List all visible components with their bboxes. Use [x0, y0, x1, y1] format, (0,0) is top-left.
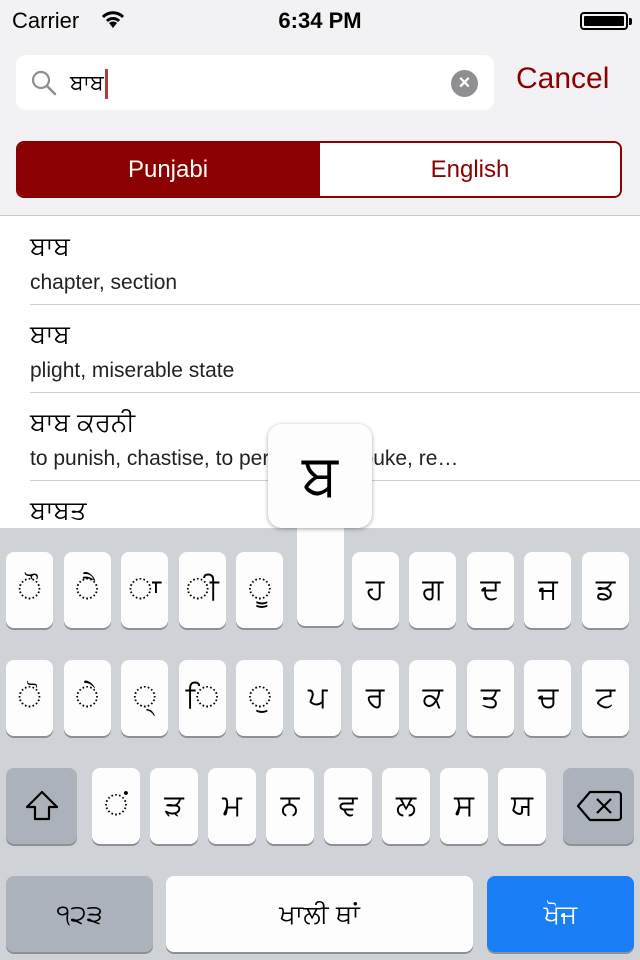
clock: 6:34 PM — [278, 8, 362, 33]
word: ਬਾਬਤ — [30, 495, 87, 525]
key[interactable]: ਗ — [409, 552, 457, 628]
key[interactable]: ◌ੀ — [178, 552, 226, 628]
key[interactable]: ◌ੇ — [63, 660, 111, 736]
search-input[interactable]: ਬਾਬ × — [16, 55, 494, 110]
space-key[interactable]: ਖਾਲੀ ਥਾਂ — [166, 876, 473, 952]
key-popup: ਬ — [268, 424, 372, 628]
key[interactable]: ◌੍ — [121, 660, 169, 736]
status-bar: Carrier 6:34 PM — [0, 0, 640, 40]
key[interactable]: ਪ — [294, 660, 341, 736]
key-popup-letter: ਬ — [268, 424, 372, 528]
key[interactable]: ਵ — [324, 768, 372, 844]
cancel-button[interactable]: Cancel — [516, 62, 609, 96]
key[interactable]: ਟ — [582, 660, 629, 736]
key[interactable]: ਜ — [524, 552, 572, 628]
key[interactable]: ◌ਿ — [178, 660, 226, 736]
word: ਬਾਬ — [30, 231, 70, 261]
key[interactable]: ਨ — [266, 768, 314, 844]
numbers-key[interactable]: ੧੨੩ — [6, 876, 153, 952]
key[interactable]: ਕ — [409, 660, 457, 736]
key[interactable]: ਦ — [466, 552, 514, 628]
key[interactable]: ਚ — [524, 660, 572, 736]
word: ਬਾਬ ਕਰਨੀ — [30, 407, 136, 437]
definition: plight, miserable state — [30, 359, 235, 382]
key[interactable]: ◌ੌ — [6, 552, 53, 628]
search-icon — [31, 70, 57, 96]
key[interactable]: ਸ — [440, 768, 488, 844]
key[interactable]: ◌ਾ — [121, 552, 169, 628]
search-value: ਬਾਬ — [70, 70, 104, 95]
key[interactable]: ਲ — [382, 768, 430, 844]
search-header: Carrier 6:34 PM ਬਾਬ × Cancel Punjabi Eng… — [0, 0, 640, 216]
battery-icon — [580, 12, 632, 30]
list-item[interactable]: ਬਾਬ chapter, section — [30, 217, 640, 305]
segment-punjabi[interactable]: Punjabi — [18, 143, 320, 196]
definition: to punish, chastise, to persecute, rebuk… — [30, 447, 459, 470]
key[interactable]: ਤ — [466, 660, 514, 736]
key[interactable]: ੜ — [150, 768, 198, 844]
list-item[interactable]: ਬਾਬ plight, miserable state — [30, 305, 640, 393]
backspace-key[interactable] — [563, 768, 634, 844]
language-segmented-control: Punjabi English — [16, 141, 622, 198]
key[interactable]: ਮ — [208, 768, 256, 844]
key[interactable]: ਰ — [351, 660, 399, 736]
key[interactable]: ਡ — [582, 552, 629, 628]
backspace-icon — [576, 790, 622, 822]
key[interactable]: ◌ੁ — [236, 660, 284, 736]
search-key[interactable]: ਖੋਜ — [487, 876, 634, 952]
key[interactable]: ਯ — [498, 768, 546, 844]
key[interactable]: ◌ਂ — [92, 768, 140, 844]
key[interactable]: ◌ੈ — [63, 552, 111, 628]
text-caret — [104, 69, 108, 100]
word: ਬਾਬ — [30, 319, 70, 349]
shift-icon — [25, 790, 58, 821]
key[interactable]: ◌ੋ — [6, 660, 53, 736]
segment-english[interactable]: English — [320, 143, 620, 196]
definition: chapter, section — [30, 271, 178, 294]
shift-key[interactable] — [6, 768, 77, 844]
clear-icon[interactable]: × — [451, 70, 478, 97]
